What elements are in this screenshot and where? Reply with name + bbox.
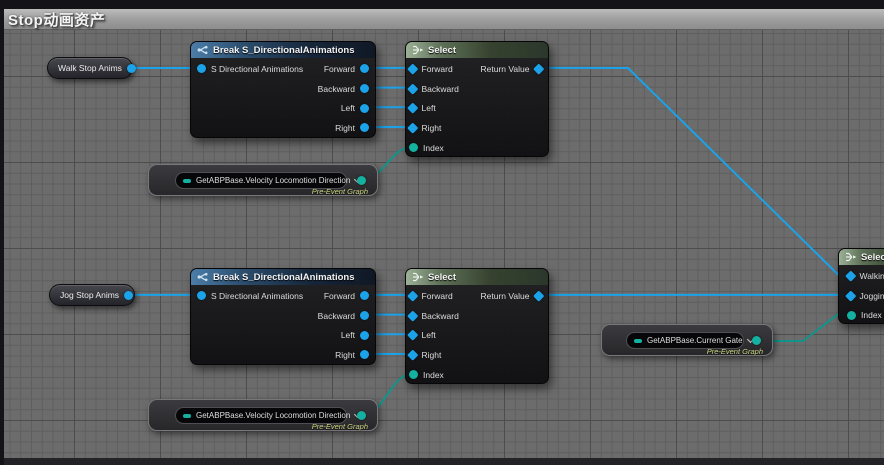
output-pin-left[interactable]: [360, 330, 369, 340]
output-pin-jog-stop-anims[interactable]: [124, 290, 134, 300]
node-title: Select: [428, 271, 456, 283]
output-pin-return-value[interactable]: [532, 63, 544, 75]
pin-label: Left: [340, 330, 355, 341]
node-break-struct-bottom[interactable]: Break S_DirectionalAnimations S Directio…: [190, 268, 376, 365]
pin-label: S Directional Animations: [211, 63, 304, 74]
pin-label: Right: [421, 349, 442, 360]
pin-label: Backward: [421, 83, 459, 94]
node-title: Select: [861, 251, 884, 263]
node-break-struct-top[interactable]: Break S_DirectionalAnimations S Directio…: [190, 41, 376, 138]
graph-context-label: Pre-Event Graph: [311, 422, 368, 431]
pin-label: Backward: [421, 310, 459, 321]
input-pin-left[interactable]: [407, 102, 419, 114]
node-select-top[interactable]: Select Forward Backward Left Right Index…: [405, 41, 549, 157]
select-icon: [412, 272, 424, 282]
node-property-current-gate[interactable]: GetABPBase.Current Gate Pre-Event Graph: [601, 324, 773, 356]
node-select-right[interactable]: Select Walking Jogging Index: [838, 248, 884, 324]
property-path-label: GetABPBase.Velocity Locomotion Direction: [196, 176, 351, 185]
blueprint-graph-canvas[interactable]: Walk Stop Anims Break S_DirectionalAnima…: [0, 30, 884, 458]
pin-label: Right: [335, 122, 355, 133]
output-pin-forward[interactable]: [360, 64, 369, 74]
node-property-velocity-direction-bottom[interactable]: GetABPBase.Velocity Locomotion Direction…: [148, 399, 378, 431]
node-title: Break S_DirectionalAnimations: [213, 44, 355, 56]
property-path-label: GetABPBase.Current Gate: [647, 336, 743, 345]
break-struct-icon: [197, 272, 209, 282]
pin-label: Index: [423, 369, 444, 380]
pin-label: Right: [421, 122, 442, 133]
input-pin-index[interactable]: [847, 310, 856, 320]
input-pin-backward[interactable]: [407, 310, 419, 321]
window-bottom-strip: [0, 458, 884, 465]
pin-label: Forward: [323, 63, 355, 74]
pin-label: Jogging: [859, 290, 884, 301]
blueprint-editor-window: Stop动画资产 Walk Stop Anims Break S_Directi…: [0, 0, 884, 465]
output-pin-direction[interactable]: [357, 411, 366, 420]
input-pin-right[interactable]: [407, 349, 419, 361]
section-title-bar: Stop动画资产: [0, 9, 884, 30]
input-pin-right[interactable]: [407, 122, 419, 134]
pin-label: Right: [335, 349, 355, 360]
pin-label: Forward: [323, 290, 355, 301]
output-pin-forward[interactable]: [360, 291, 369, 301]
pin-label: Backward: [317, 310, 355, 321]
input-pin-struct[interactable]: [197, 291, 206, 301]
input-pin-backward[interactable]: [407, 83, 419, 94]
output-pin-backward[interactable]: [360, 84, 369, 94]
pin-label: S Directional Animations: [211, 290, 304, 301]
input-pin-walking[interactable]: [845, 270, 857, 282]
pin-label: Left: [421, 330, 436, 341]
input-pin-forward[interactable]: [407, 290, 419, 302]
node-property-velocity-direction-top[interactable]: GetABPBase.Velocity Locomotion Direction…: [148, 164, 378, 196]
output-pin-direction[interactable]: [357, 176, 366, 185]
pin-label: Backward: [317, 83, 355, 94]
enum-dash-icon: [183, 413, 191, 418]
property-path-label: GetABPBase.Velocity Locomotion Direction: [196, 411, 351, 420]
variable-label: Walk Stop Anims: [58, 63, 122, 73]
pin-label: Forward: [421, 290, 453, 301]
wire-select1-to-walking: [537, 66, 850, 276]
output-pin-current-gate[interactable]: [752, 336, 761, 345]
select-icon: [412, 45, 424, 55]
variable-label: Jog Stop Anims: [60, 290, 120, 300]
output-pin-right[interactable]: [360, 350, 369, 360]
variable-node-walk-stop-anims[interactable]: Walk Stop Anims: [47, 57, 136, 79]
input-pin-forward[interactable]: [407, 63, 419, 75]
node-title: Select: [428, 44, 456, 56]
node-header[interactable]: Select: [406, 269, 548, 285]
output-pin-backward[interactable]: [360, 311, 369, 321]
input-pin-left[interactable]: [407, 329, 419, 341]
node-header[interactable]: Break S_DirectionalAnimations: [191, 269, 375, 285]
pin-label: Left: [421, 103, 436, 114]
enum-dash-icon: [183, 178, 191, 183]
pin-label: Forward: [421, 63, 453, 74]
pin-label: Left: [340, 103, 355, 114]
window-top-strip: [0, 0, 884, 9]
window-left-strip: [0, 0, 4, 465]
output-pin-return-value[interactable]: [532, 290, 544, 302]
node-title: Break S_DirectionalAnimations: [213, 271, 355, 283]
pin-label: Index: [861, 310, 882, 321]
node-header[interactable]: Break S_DirectionalAnimations: [191, 42, 375, 58]
output-pin-left[interactable]: [360, 103, 369, 113]
enum-dash-icon: [634, 338, 642, 343]
pin-label: Walking: [859, 270, 884, 281]
pin-label: Return Value: [480, 63, 530, 74]
output-pin-right[interactable]: [360, 123, 369, 133]
break-struct-icon: [197, 45, 209, 55]
node-select-bottom[interactable]: Select Forward Backward Left Right Index…: [405, 268, 549, 384]
pin-label: Index: [423, 142, 444, 153]
input-pin-index[interactable]: [409, 143, 418, 153]
input-pin-struct[interactable]: [197, 64, 206, 74]
graph-context-label: Pre-Event Graph: [706, 347, 763, 356]
input-pin-index[interactable]: [409, 370, 418, 380]
pin-label: Return Value: [480, 290, 530, 301]
output-pin-walk-stop-anims[interactable]: [126, 63, 136, 73]
node-header[interactable]: Select: [839, 249, 884, 265]
node-header[interactable]: Select: [406, 42, 548, 58]
graph-context-label: Pre-Event Graph: [311, 187, 368, 196]
input-pin-jogging[interactable]: [845, 290, 857, 301]
variable-node-jog-stop-anims[interactable]: Jog Stop Anims: [49, 284, 135, 306]
select-icon: [845, 252, 857, 262]
page-title: Stop动画资产: [8, 11, 106, 29]
